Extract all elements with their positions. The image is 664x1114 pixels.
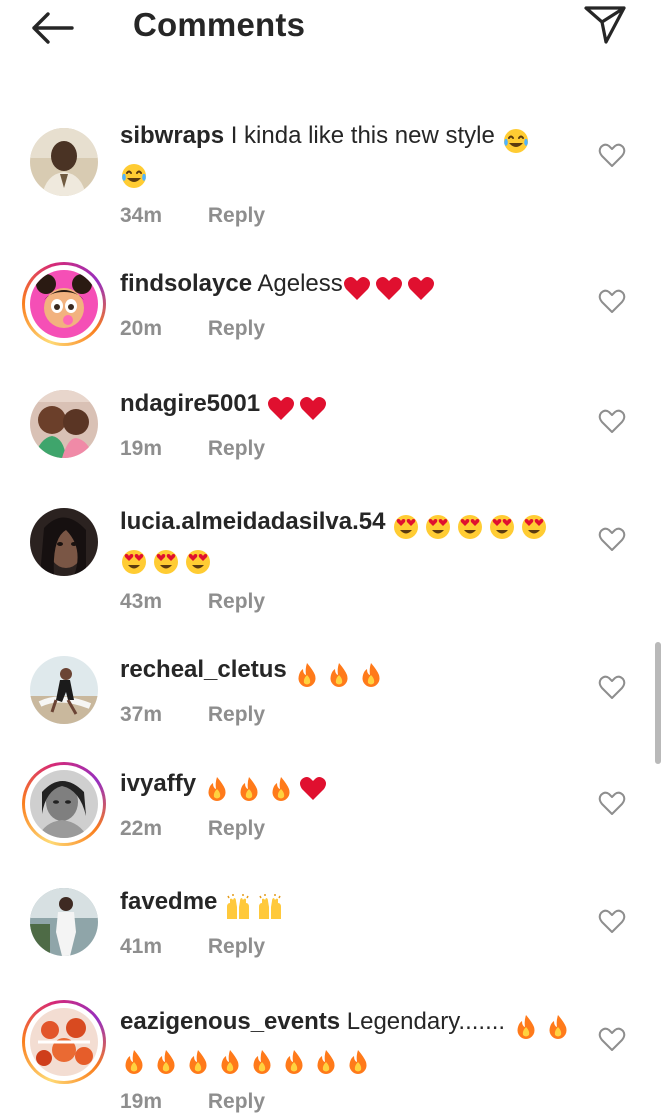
share-button[interactable] bbox=[582, 4, 628, 46]
fire-emoji-icon bbox=[298, 662, 316, 687]
heart-eyes-emoji-icon bbox=[458, 514, 483, 539]
comment-username[interactable]: ndagire5001 bbox=[120, 390, 260, 417]
reply-button[interactable]: Reply bbox=[208, 437, 265, 460]
red-heart-emoji-icon bbox=[343, 276, 370, 300]
avatar[interactable] bbox=[22, 262, 106, 346]
fire-emoji-icon bbox=[189, 1049, 207, 1074]
fire-emoji-icon bbox=[157, 1049, 175, 1074]
heart-eyes-emoji-icon bbox=[122, 549, 146, 574]
fire-emoji-icon bbox=[208, 776, 226, 801]
fire-emoji-icon bbox=[330, 662, 348, 687]
heart-eyes-emoji-icon bbox=[154, 549, 178, 574]
comment-username[interactable]: recheal_cletus bbox=[120, 656, 287, 683]
fire-emoji-icon bbox=[272, 776, 290, 801]
top-app-bar: Comments bbox=[0, 0, 664, 60]
red-heart-emoji-icon bbox=[299, 776, 326, 800]
heart-eyes-emoji-icon bbox=[490, 514, 515, 539]
avatar[interactable] bbox=[22, 880, 106, 964]
arrow-left-icon bbox=[32, 12, 74, 44]
red-heart-emoji-icon bbox=[407, 276, 434, 300]
like-heart-icon[interactable] bbox=[598, 288, 626, 314]
comment-timestamp: 41m bbox=[120, 935, 163, 958]
comment-timestamp: 19m bbox=[120, 437, 163, 460]
fire-emoji-icon bbox=[349, 1049, 367, 1074]
reply-button[interactable]: Reply bbox=[208, 317, 265, 340]
like-heart-icon[interactable] bbox=[598, 908, 626, 934]
comment-timestamp: 22m bbox=[120, 817, 163, 840]
like-heart-icon[interactable] bbox=[598, 1026, 626, 1052]
heart-eyes-emoji-icon bbox=[426, 514, 451, 539]
back-button[interactable] bbox=[28, 8, 76, 48]
comment-username[interactable]: ivyaffy bbox=[120, 770, 196, 797]
comment-username[interactable]: favedme bbox=[120, 888, 217, 915]
comment-timestamp: 43m bbox=[120, 590, 163, 613]
like-heart-icon[interactable] bbox=[598, 408, 626, 434]
comment-username[interactable]: lucia.almeidadasilva.54 bbox=[120, 508, 386, 535]
heart-eyes-emoji-icon bbox=[394, 514, 419, 539]
fire-emoji-icon bbox=[253, 1049, 271, 1074]
page-title: Comments bbox=[133, 6, 306, 43]
like-heart-icon[interactable] bbox=[598, 142, 626, 168]
comment-text: I kinda like this new style bbox=[230, 122, 495, 149]
reply-button[interactable]: Reply bbox=[208, 590, 265, 613]
comment-username[interactable]: eazigenous_events bbox=[120, 1008, 340, 1035]
reply-button[interactable]: Reply bbox=[208, 935, 265, 958]
tears-of-joy-emoji-icon bbox=[503, 128, 528, 153]
avatar[interactable] bbox=[22, 648, 106, 732]
tears-of-joy-emoji-icon bbox=[122, 163, 146, 188]
fire-emoji-icon bbox=[240, 776, 258, 801]
scrollbar[interactable] bbox=[655, 642, 661, 764]
comment-text: Legendary....... bbox=[346, 1008, 506, 1035]
fire-emoji-icon bbox=[362, 662, 380, 687]
avatar[interactable] bbox=[22, 1000, 106, 1084]
like-heart-icon[interactable] bbox=[598, 790, 626, 816]
reply-button[interactable]: Reply bbox=[208, 703, 265, 726]
like-heart-icon[interactable] bbox=[598, 674, 626, 700]
comment-timestamp: 20m bbox=[120, 317, 163, 340]
fire-emoji-icon bbox=[317, 1049, 335, 1074]
heart-eyes-emoji-icon bbox=[522, 514, 547, 539]
comment-timestamp: 19m bbox=[120, 1090, 163, 1113]
red-heart-emoji-icon bbox=[375, 276, 402, 300]
fire-emoji-icon bbox=[125, 1049, 143, 1074]
heart-eyes-emoji-icon bbox=[186, 549, 210, 574]
avatar[interactable] bbox=[22, 762, 106, 846]
reply-button[interactable]: Reply bbox=[208, 1090, 265, 1113]
fire-emoji-icon bbox=[517, 1014, 535, 1039]
comment-timestamp: 34m bbox=[120, 204, 163, 227]
comment-text: Ageless bbox=[257, 270, 343, 297]
reply-button[interactable]: Reply bbox=[208, 204, 265, 227]
raising-hands-emoji-icon bbox=[259, 893, 282, 919]
avatar[interactable] bbox=[22, 500, 106, 584]
comment-username[interactable]: findsolayce bbox=[120, 270, 252, 297]
like-heart-icon[interactable] bbox=[598, 526, 626, 552]
reply-button[interactable]: Reply bbox=[208, 817, 265, 840]
fire-emoji-icon bbox=[549, 1014, 567, 1039]
fire-emoji-icon bbox=[221, 1049, 239, 1074]
comment-username[interactable]: sibwraps bbox=[120, 122, 224, 149]
comment-timestamp: 37m bbox=[120, 703, 163, 726]
avatar[interactable] bbox=[22, 120, 106, 204]
paper-plane-icon bbox=[584, 6, 626, 44]
red-heart-emoji-icon bbox=[267, 396, 294, 420]
avatar[interactable] bbox=[22, 382, 106, 466]
red-heart-emoji-icon bbox=[299, 396, 326, 420]
raising-hands-emoji-icon bbox=[227, 893, 250, 919]
fire-emoji-icon bbox=[285, 1049, 303, 1074]
